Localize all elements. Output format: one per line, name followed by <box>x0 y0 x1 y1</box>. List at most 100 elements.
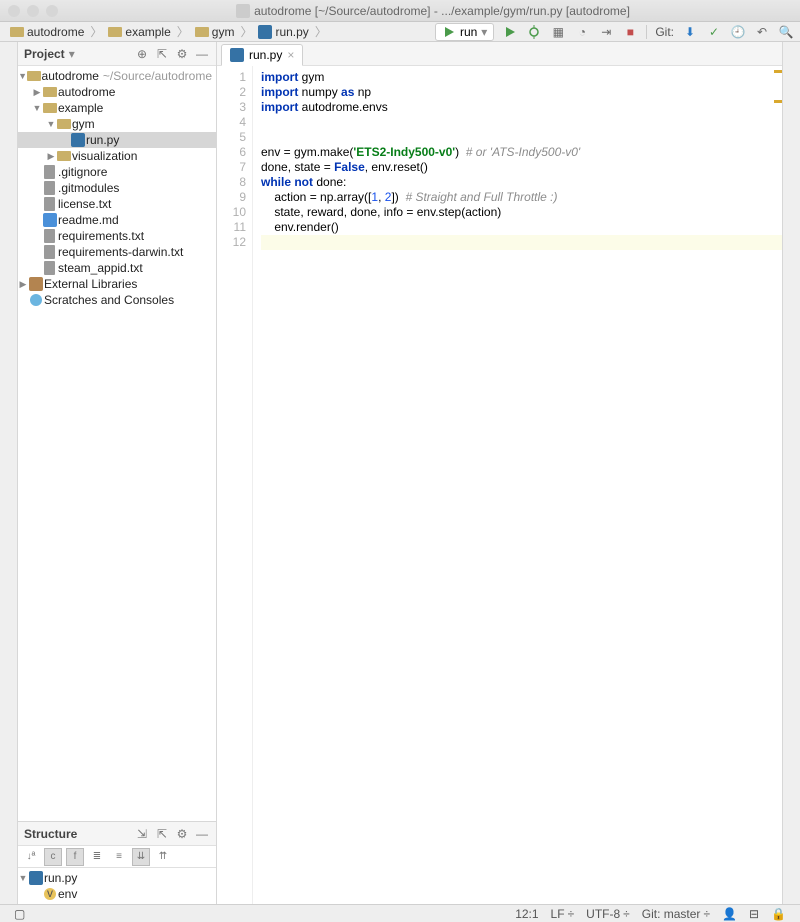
vcs-revert-button[interactable]: ↶ <box>754 24 770 40</box>
hide-icon[interactable]: — <box>194 46 210 62</box>
tree-item-env[interactable]: venv <box>18 886 216 902</box>
disclosure-arrow-icon[interactable]: ▼ <box>18 71 27 81</box>
tree-item-requirements-darwin.txt[interactable]: requirements-darwin.txt <box>18 244 216 260</box>
left-gutter[interactable] <box>0 42 18 904</box>
tree-item-gym[interactable]: ▼gym <box>18 116 216 132</box>
dropdown-icon[interactable]: ▾ <box>69 47 75 61</box>
close-window-icon[interactable] <box>8 5 20 17</box>
tree-item-requirements.txt[interactable]: requirements.txt <box>18 228 216 244</box>
disclosure-arrow-icon[interactable]: ▼ <box>18 873 28 883</box>
autoscroll-to-button[interactable]: ⇊ <box>132 848 150 866</box>
zoom-window-icon[interactable] <box>46 5 58 17</box>
show-anon-button[interactable]: ≡ <box>110 848 128 866</box>
tool-windows-button[interactable]: ▢ <box>8 907 31 921</box>
stop-button[interactable]: ■ <box>622 24 638 40</box>
scroll-from-source-icon[interactable]: ⊕ <box>134 46 150 62</box>
hide-icon[interactable]: — <box>194 826 210 842</box>
code-line-3[interactable]: import autodrome.envs <box>261 100 782 115</box>
breadcrumb-gym[interactable]: gym <box>191 25 239 39</box>
disclosure-arrow-icon[interactable]: ▶ <box>18 279 28 290</box>
line-number[interactable]: 9 <box>217 190 246 205</box>
git-branch[interactable]: Git: master ÷ <box>636 907 716 921</box>
vcs-update-button[interactable]: ⬇ <box>682 24 698 40</box>
memory-icon[interactable]: ⊟ <box>743 907 765 921</box>
disclosure-arrow-icon[interactable]: ▶ <box>46 151 56 162</box>
caret-position[interactable]: 12:1 <box>509 907 544 921</box>
run-button[interactable] <box>502 24 518 40</box>
disclosure-arrow-icon[interactable]: ▼ <box>32 103 42 113</box>
right-gutter[interactable] <box>782 42 800 904</box>
code-editor[interactable]: 123456789101112 import gymimport numpy a… <box>217 66 782 904</box>
coverage-button[interactable]: ▦ <box>550 24 566 40</box>
line-number[interactable]: 10 <box>217 205 246 220</box>
error-stripe[interactable] <box>772 66 782 904</box>
code-line-7[interactable]: done, state = False, env.reset() <box>261 160 782 175</box>
tree-item-example[interactable]: ▼example <box>18 100 216 116</box>
run-config-selector[interactable]: run ▾ <box>435 23 494 41</box>
vcs-commit-button[interactable]: ✓ <box>706 24 722 40</box>
autoscroll-from-button[interactable]: ⇈ <box>154 848 172 866</box>
breadcrumb-run.py[interactable]: run.py <box>254 25 312 39</box>
line-number[interactable]: 7 <box>217 160 246 175</box>
code-line-2[interactable]: import numpy as np <box>261 85 782 100</box>
search-button[interactable]: 🔍 <box>778 24 794 40</box>
close-tab-icon[interactable]: × <box>287 48 294 62</box>
code-line-8[interactable]: while not done: <box>261 175 782 190</box>
breadcrumb-autodrome[interactable]: autodrome <box>6 25 88 39</box>
line-number[interactable]: 6 <box>217 145 246 160</box>
inspection-icon[interactable]: 👤 <box>716 907 743 921</box>
debug-button[interactable] <box>526 24 542 40</box>
sort-alpha-button[interactable]: ↓ª <box>22 848 40 866</box>
line-separator[interactable]: LF ÷ <box>545 907 581 921</box>
collapse-all-icon[interactable]: ⇱ <box>154 826 170 842</box>
tree-item-readme.md[interactable]: readme.md <box>18 212 216 228</box>
line-number[interactable]: 11 <box>217 220 246 235</box>
vcs-history-button[interactable]: 🕘 <box>730 24 746 40</box>
tree-item-run.py[interactable]: ▼run.py <box>18 870 216 886</box>
file-encoding[interactable]: UTF-8 ÷ <box>580 907 636 921</box>
tab-run-py[interactable]: run.py × <box>221 44 303 66</box>
code-line-1[interactable]: import gym <box>261 70 782 85</box>
code-line-10[interactable]: state, reward, done, info = env.step(act… <box>261 205 782 220</box>
line-number[interactable]: 8 <box>217 175 246 190</box>
tree-item-autodrome[interactable]: ▼autodrome~/Source/autodrome <box>18 68 216 84</box>
show-classes-button[interactable]: c <box>44 848 62 866</box>
tree-item-steam_appid.txt[interactable]: steam_appid.txt <box>18 260 216 276</box>
code-line-12[interactable] <box>261 235 782 250</box>
tree-item-visualization[interactable]: ▶visualization <box>18 148 216 164</box>
code-area[interactable]: import gymimport numpy as npimport autod… <box>253 66 782 904</box>
line-number[interactable]: 5 <box>217 130 246 145</box>
tree-item-Scratches and Consoles[interactable]: Scratches and Consoles <box>18 292 216 308</box>
code-line-5[interactable] <box>261 130 782 145</box>
line-number[interactable]: 3 <box>217 100 246 115</box>
tree-item-autodrome[interactable]: ▶autodrome <box>18 84 216 100</box>
line-number[interactable]: 4 <box>217 115 246 130</box>
show-fields-button[interactable]: f <box>66 848 84 866</box>
tree-item-.gitignore[interactable]: .gitignore <box>18 164 216 180</box>
line-number[interactable]: 12 <box>217 235 246 250</box>
breadcrumb-example[interactable]: example <box>104 25 174 39</box>
project-tree[interactable]: ▼autodrome~/Source/autodrome▶autodrome▼e… <box>18 66 216 821</box>
expand-all-icon[interactable]: ⇲ <box>134 826 150 842</box>
line-gutter[interactable]: 123456789101112 <box>217 66 253 904</box>
profile-button[interactable]: ◔ <box>574 24 590 40</box>
minimize-window-icon[interactable] <box>27 5 39 17</box>
lock-icon[interactable]: 🔒 <box>765 907 792 921</box>
disclosure-arrow-icon[interactable]: ▶ <box>32 87 42 98</box>
tree-item-license.txt[interactable]: license.txt <box>18 196 216 212</box>
tree-item-run.py[interactable]: run.py <box>18 132 216 148</box>
disclosure-arrow-icon[interactable]: ▼ <box>46 119 56 129</box>
code-line-9[interactable]: action = np.array([1, 2]) # Straight and… <box>261 190 782 205</box>
line-number[interactable]: 1 <box>217 70 246 85</box>
code-line-6[interactable]: env = gym.make('ETS2-Indy500-v0') # or '… <box>261 145 782 160</box>
tree-item-External Libraries[interactable]: ▶External Libraries <box>18 276 216 292</box>
code-line-4[interactable] <box>261 115 782 130</box>
show-inherited-button[interactable]: ≣ <box>88 848 106 866</box>
structure-tree[interactable]: ▼run.pyvenv <box>18 868 216 904</box>
collapse-all-icon[interactable]: ⇱ <box>154 46 170 62</box>
settings-icon[interactable]: ⚙ <box>174 46 190 62</box>
line-number[interactable]: 2 <box>217 85 246 100</box>
code-line-11[interactable]: env.render() <box>261 220 782 235</box>
attach-button[interactable]: ⇥ <box>598 24 614 40</box>
tree-item-.gitmodules[interactable]: .gitmodules <box>18 180 216 196</box>
